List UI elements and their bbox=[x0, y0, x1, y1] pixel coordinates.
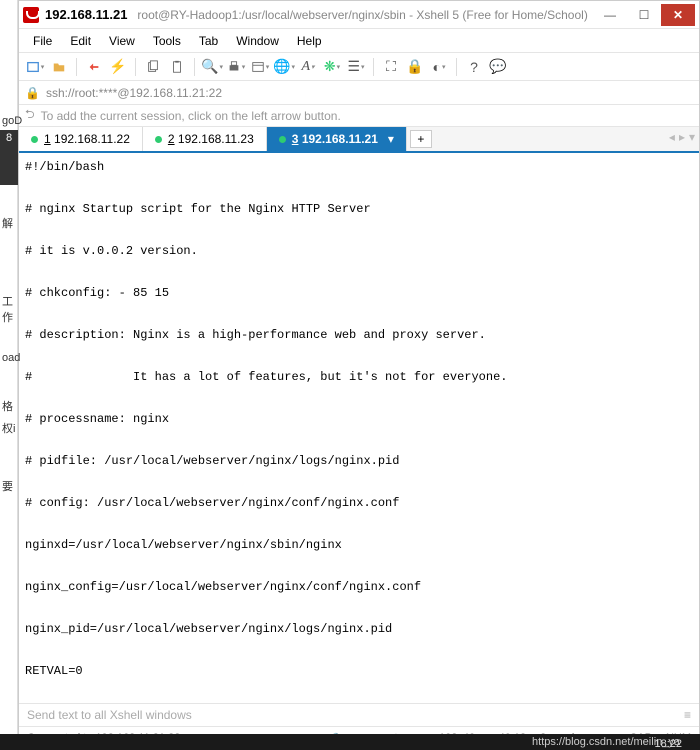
properties-button[interactable] bbox=[250, 57, 270, 77]
print-button[interactable] bbox=[226, 57, 246, 77]
reconnect-button[interactable] bbox=[84, 57, 104, 77]
menu-tab[interactable]: Tab bbox=[191, 32, 226, 50]
maximize-button[interactable]: ☐ bbox=[627, 4, 661, 26]
bg-text: 工作 bbox=[2, 293, 17, 325]
bg-text: 要 bbox=[2, 478, 13, 494]
separator bbox=[135, 58, 136, 76]
bg-text: 权i bbox=[2, 420, 15, 436]
new-session-button[interactable] bbox=[25, 57, 45, 77]
title-bar: 192.168.11.21 root@RY-Hadoop1:/usr/local… bbox=[19, 1, 699, 29]
menu-view[interactable]: View bbox=[101, 32, 143, 50]
status-dot-icon bbox=[31, 136, 38, 143]
title-ip: 192.168.11.21 bbox=[45, 7, 127, 22]
disconnect-button[interactable]: ⚡ bbox=[108, 57, 128, 77]
separator bbox=[456, 58, 457, 76]
session-tab-1[interactable]: 1 192.168.11.22 bbox=[19, 127, 143, 151]
xshell-window: 192.168.11.21 root@RY-Hadoop1:/usr/local… bbox=[18, 0, 700, 750]
separator bbox=[373, 58, 374, 76]
tab-prev-button[interactable]: ◂ bbox=[669, 130, 675, 144]
session-tab-2[interactable]: 2 192.168.11.23 bbox=[143, 127, 267, 151]
terminal-content: #!/bin/bash # nginx Startup script for t… bbox=[25, 160, 507, 703]
arrow-icon[interactable]: ⮌ bbox=[25, 105, 35, 126]
xshell-icon bbox=[23, 7, 39, 23]
encoding-button[interactable]: ☰ bbox=[346, 57, 366, 77]
title-path: root@RY-Hadoop1:/usr/local/webserver/ngi… bbox=[137, 8, 593, 22]
chat-button[interactable]: 💬 bbox=[488, 57, 508, 77]
font-button[interactable]: A bbox=[298, 57, 318, 77]
find-button[interactable]: 🔍 bbox=[202, 57, 222, 77]
address-bar[interactable]: 🔒 ssh://root:****@192.168.11.21:22 bbox=[19, 81, 699, 105]
lock-button[interactable]: 🔒 bbox=[405, 57, 425, 77]
copy-button[interactable] bbox=[143, 57, 163, 77]
minimize-button[interactable]: — bbox=[593, 4, 627, 26]
menu-bar: File Edit View Tools Tab Window Help bbox=[19, 29, 699, 53]
menu-tools[interactable]: Tools bbox=[145, 32, 189, 50]
bg-fragment: 8 bbox=[0, 130, 18, 185]
address-text: ssh://root:****@192.168.11.21:22 bbox=[46, 86, 222, 100]
background-window-edge: 8 goD 解 工作 oad 格 权i 要 bbox=[0, 0, 18, 750]
transparency-button[interactable]: ◐ bbox=[429, 57, 449, 77]
toolbar: ⚡ 🔍 🌐 A ❋ ☰ ⛶ 🔒 ◐ ? 💬 bbox=[19, 53, 699, 81]
separator bbox=[76, 58, 77, 76]
tab-next-button[interactable]: ▸ bbox=[679, 130, 685, 144]
hint-bar: ⮌ To add the current session, click on t… bbox=[19, 105, 699, 127]
hint-text: To add the current session, click on the… bbox=[41, 109, 341, 123]
fullscreen-button[interactable]: ⛶ bbox=[381, 57, 401, 77]
lock-icon: 🔒 bbox=[25, 86, 40, 100]
tab-nav: ◂ ▸ ▾ bbox=[669, 130, 695, 144]
open-button[interactable] bbox=[49, 57, 69, 77]
broadcast-placeholder: Send text to all Xshell windows bbox=[27, 708, 192, 722]
close-button[interactable]: ✕ bbox=[661, 4, 695, 26]
menu-file[interactable]: File bbox=[25, 32, 60, 50]
color-button[interactable]: ❋ bbox=[322, 57, 342, 77]
broadcast-target-button[interactable]: ≡ bbox=[684, 708, 691, 722]
window-controls: — ☐ ✕ bbox=[593, 4, 695, 26]
tab-list-button[interactable]: ▾ bbox=[689, 130, 695, 144]
menu-window[interactable]: Window bbox=[228, 32, 287, 50]
taskbar-clock: 18:22 bbox=[654, 738, 682, 750]
new-tab-button[interactable]: + bbox=[410, 130, 432, 148]
menu-help[interactable]: Help bbox=[289, 32, 330, 50]
session-tabs: 1 192.168.11.22 2 192.168.11.23 3 192.16… bbox=[19, 127, 699, 153]
terminal-view[interactable]: #!/bin/bash # nginx Startup script for t… bbox=[19, 153, 699, 703]
separator bbox=[194, 58, 195, 76]
bg-text: oad bbox=[2, 352, 20, 364]
status-dot-icon bbox=[279, 136, 286, 143]
paste-button[interactable] bbox=[167, 57, 187, 77]
status-dot-icon bbox=[155, 136, 162, 143]
broadcast-input[interactable]: Send text to all Xshell windows ≡ bbox=[19, 703, 699, 727]
bg-text: goD bbox=[2, 115, 22, 127]
bg-text: 解 bbox=[2, 215, 13, 231]
help-button[interactable]: ? bbox=[464, 57, 484, 77]
bg-text: 格 bbox=[2, 398, 13, 414]
tab-dropdown-icon[interactable]: ▾ bbox=[388, 132, 394, 146]
menu-edit[interactable]: Edit bbox=[62, 32, 99, 50]
language-button[interactable]: 🌐 bbox=[274, 57, 294, 77]
session-tab-3[interactable]: 3 192.168.11.21 ▾ bbox=[267, 127, 407, 151]
